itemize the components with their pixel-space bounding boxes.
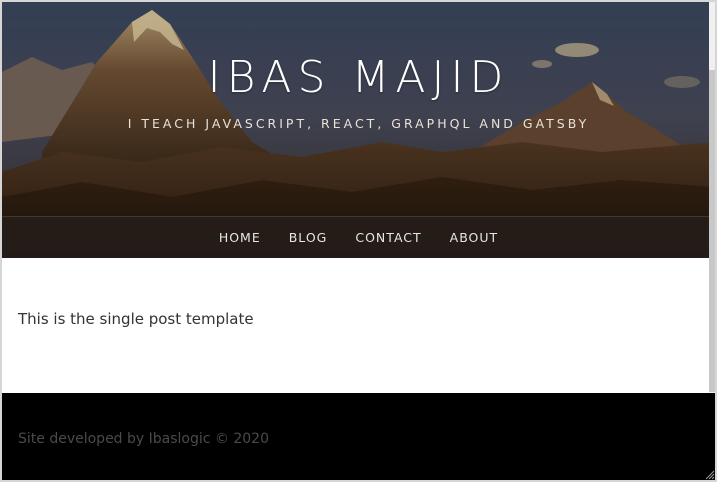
nav-item-home[interactable]: HOME — [219, 226, 261, 249]
vertical-scrollbar[interactable] — [709, 2, 715, 393]
scrollbar-thumb[interactable] — [709, 70, 715, 392]
resize-grip-icon[interactable] — [703, 468, 715, 480]
nav-item-about[interactable]: ABOUT — [450, 226, 499, 249]
nav-item-contact[interactable]: CONTACT — [355, 226, 421, 249]
site-tagline: I TEACH JAVASCRIPT, REACT, GRAPHQL AND G… — [127, 116, 590, 131]
footer-credit: Site developed by Ibaslogic © 2020 — [18, 431, 269, 447]
site-footer: Site developed by Ibaslogic © 2020 — [2, 393, 715, 480]
browser-viewport: IBAS MAJID I TEACH JAVASCRIPT, REACT, GR… — [0, 0, 717, 482]
nav-item-blog[interactable]: BLOG — [289, 226, 328, 249]
main-content: This is the single post template — [2, 258, 715, 393]
main-nav: HOME BLOG CONTACT ABOUT — [2, 216, 715, 258]
site-title[interactable]: IBAS MAJID — [2, 52, 715, 103]
post-body-text: This is the single post template — [18, 310, 254, 328]
hero-header: IBAS MAJID I TEACH JAVASCRIPT, REACT, GR… — [2, 2, 715, 258]
